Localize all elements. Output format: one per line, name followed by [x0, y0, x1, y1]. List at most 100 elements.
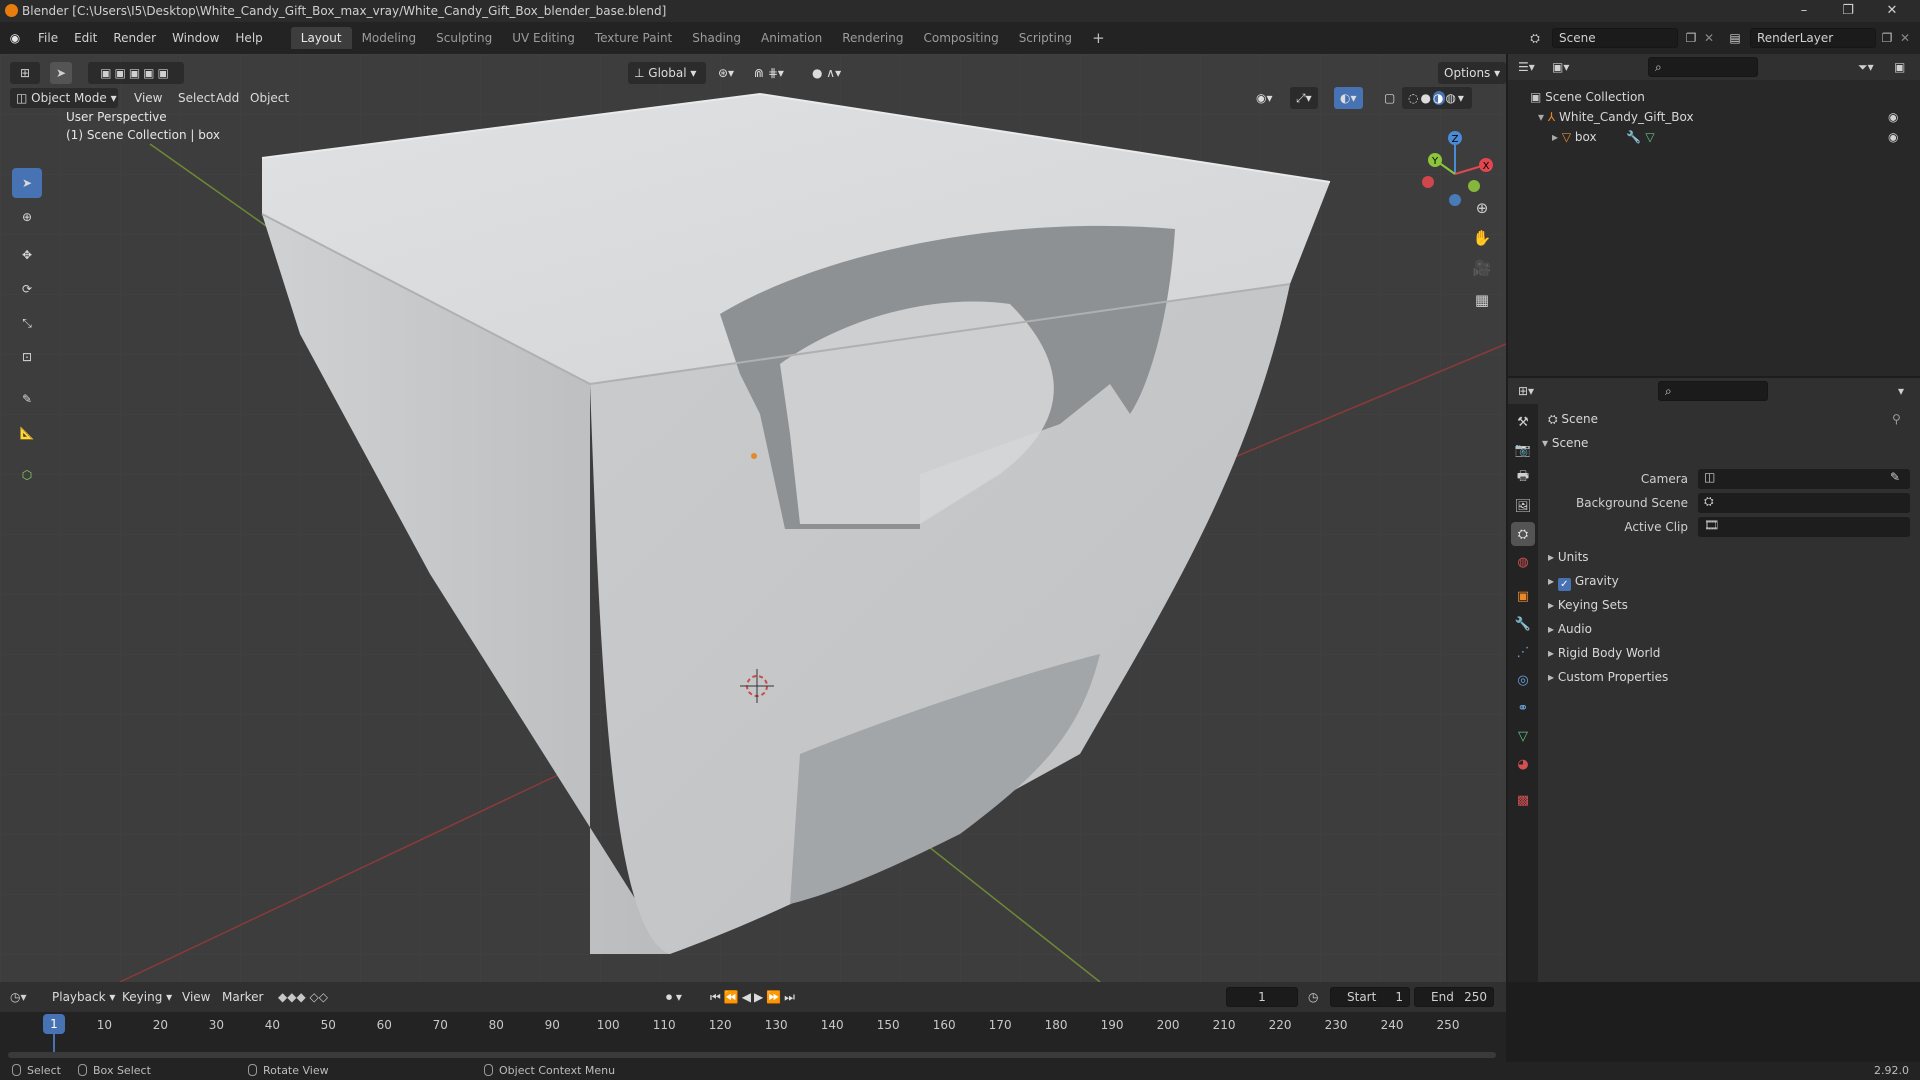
camera-field[interactable]: ◫ ✎: [1698, 469, 1910, 489]
timeline-menu-playback[interactable]: Playback ▾: [46, 986, 121, 1008]
pin-icon[interactable]: ⚲: [1892, 408, 1901, 430]
end-frame-field[interactable]: End 250: [1414, 987, 1494, 1007]
tool-select-icon[interactable]: ➤: [50, 62, 72, 84]
move-tool-icon[interactable]: ✥: [12, 240, 42, 270]
physics-tab-icon[interactable]: ◎: [1511, 668, 1535, 692]
start-frame-field[interactable]: Start 1: [1330, 987, 1410, 1007]
render-tab-icon[interactable]: 📷: [1511, 438, 1535, 462]
panel-audio[interactable]: ▸ Audio: [1548, 618, 1912, 640]
expand-arrow-icon[interactable]: ▾: [1538, 110, 1548, 124]
add-cube-tool-icon[interactable]: ⬡: [12, 460, 42, 490]
tab-compositing[interactable]: Compositing: [913, 27, 1008, 49]
output-tab-icon[interactable]: 🖶: [1511, 466, 1535, 490]
tab-rendering[interactable]: Rendering: [832, 27, 913, 49]
constraints-tab-icon[interactable]: ⚭: [1511, 696, 1535, 720]
menu-window[interactable]: Window: [164, 22, 227, 54]
scene-name-field[interactable]: Scene: [1552, 28, 1678, 48]
annotate-tool-icon[interactable]: ✎: [12, 384, 42, 414]
ortho-grid-icon[interactable]: ▦: [1468, 286, 1496, 314]
outliner-search-input[interactable]: ⌕: [1648, 57, 1758, 77]
editor-type-icon[interactable]: ⊞: [10, 62, 40, 84]
filter-icon[interactable]: ⏷▾: [1858, 57, 1888, 77]
timeline-menu-view[interactable]: View: [176, 986, 216, 1008]
tab-uv-editing[interactable]: UV Editing: [502, 27, 585, 49]
display-mode-icon[interactable]: ▣▾: [1552, 57, 1582, 77]
material-tab-icon[interactable]: ◕: [1511, 752, 1535, 776]
menu-file[interactable]: File: [30, 22, 66, 54]
tab-layout[interactable]: Layout: [290, 27, 352, 49]
view-layer-tab-icon[interactable]: 🖼: [1511, 494, 1535, 518]
modifier-tab-icon[interactable]: 🔧: [1511, 612, 1535, 636]
select-box-tool-icon[interactable]: ➤: [12, 168, 42, 198]
panel-custom-properties[interactable]: ▸ Custom Properties: [1548, 666, 1912, 688]
add-workspace-button[interactable]: +: [1082, 27, 1115, 49]
eye-icon[interactable]: ◉: [1888, 126, 1898, 148]
tab-modeling[interactable]: Modeling: [352, 27, 427, 49]
maximize-button[interactable]: ❐: [1826, 0, 1870, 22]
menu-help[interactable]: Help: [227, 22, 270, 54]
scene-tab-icon[interactable]: ⛭: [1511, 522, 1535, 546]
keyframe-icons[interactable]: ◆◆◆ ◇◇: [272, 986, 334, 1008]
mode-dropdown[interactable]: ◫ Object Mode ▾: [10, 88, 118, 108]
modifier-icon[interactable]: 🔧: [1626, 130, 1641, 144]
tab-shading[interactable]: Shading: [682, 27, 751, 49]
rotate-tool-icon[interactable]: ⟳: [12, 274, 42, 304]
zoom-icon[interactable]: ⊕: [1468, 194, 1496, 222]
playback-controls-icons[interactable]: ⏮⏪◀▶⏩⏭: [704, 986, 804, 1008]
shading-mode-icons[interactable]: ◌●◑◍▾: [1402, 87, 1472, 109]
panel-units[interactable]: ▸ Units: [1548, 546, 1912, 568]
panel-gravity[interactable]: ▸ ✓ Gravity: [1548, 570, 1912, 592]
timeline-body[interactable]: 1102030405060708090100110120130140150160…: [0, 1012, 1506, 1062]
tab-texture-paint[interactable]: Texture Paint: [585, 27, 682, 49]
tab-animation[interactable]: Animation: [751, 27, 832, 49]
pan-hand-icon[interactable]: ✋: [1468, 224, 1496, 252]
render-layer-icon[interactable]: ▤: [1724, 27, 1746, 49]
current-frame-field[interactable]: 1: [1226, 987, 1298, 1007]
panel-rigid-body-world[interactable]: ▸ Rigid Body World: [1548, 642, 1912, 664]
timeline-scrollbar[interactable]: [8, 1052, 1496, 1058]
outliner-scene-collection[interactable]: ▣ Scene Collection: [1530, 86, 1645, 108]
panel-keying-sets[interactable]: ▸ Keying Sets: [1548, 594, 1912, 616]
xray-toggle-icon[interactable]: ▢: [1378, 87, 1401, 109]
delete-render-layer-icon[interactable]: ✕: [1896, 28, 1914, 48]
data-tab-icon[interactable]: ▽: [1511, 724, 1535, 748]
new-collection-icon[interactable]: ▣: [1894, 57, 1914, 77]
3d-viewport[interactable]: ⊞ ➤ ▣▣▣▣▣ ⊥ Global ▾ ⊛▾ ⋒ ⋕▾ ● ∧▾ Option…: [0, 54, 1506, 982]
eye-icon[interactable]: ◉: [1888, 106, 1898, 128]
delete-scene-icon[interactable]: ✕: [1700, 28, 1718, 48]
viewport-menu-object[interactable]: Object: [244, 87, 295, 109]
object-tab-icon[interactable]: ▣: [1511, 584, 1535, 608]
outliner-editor-type-icon[interactable]: ☰▾: [1518, 57, 1548, 77]
timeline-menu-keying[interactable]: Keying ▾: [116, 986, 178, 1008]
new-scene-icon[interactable]: ❐: [1682, 28, 1700, 48]
selection-mode-icons[interactable]: ▣▣▣▣▣: [88, 62, 184, 84]
close-button[interactable]: ✕: [1870, 0, 1914, 22]
minimize-button[interactable]: –: [1782, 0, 1826, 22]
playhead[interactable]: 1: [43, 1014, 65, 1034]
eyedropper-icon[interactable]: ✎: [1890, 470, 1900, 484]
timeline-editor-type-icon[interactable]: ◷▾: [10, 987, 40, 1007]
viewport-menu-view[interactable]: View: [128, 87, 168, 109]
viewport-menu-add[interactable]: Add: [210, 87, 245, 109]
texture-tab-icon[interactable]: ▩: [1511, 788, 1535, 812]
background-scene-field[interactable]: ⛭: [1698, 493, 1910, 513]
world-tab-icon[interactable]: ◍: [1511, 550, 1535, 574]
properties-search-input[interactable]: ⌕: [1658, 381, 1768, 401]
properties-options-icon[interactable]: ▾: [1898, 381, 1914, 401]
overlay-toggle-icon[interactable]: ◐▾: [1334, 87, 1363, 109]
outliner-item-white-candy-gift-box[interactable]: ▾ ⅄ White_Candy_Gift_Box ◉: [1538, 106, 1918, 128]
tab-sculpting[interactable]: Sculpting: [426, 27, 502, 49]
visibility-icon[interactable]: ◉▾: [1250, 87, 1279, 109]
gravity-checkbox[interactable]: ✓: [1557, 578, 1571, 591]
particles-tab-icon[interactable]: ⋰: [1511, 640, 1535, 664]
scene-section-header[interactable]: ▾ Scene: [1542, 432, 1912, 454]
measure-tool-icon[interactable]: 📐: [12, 418, 42, 448]
camera-view-icon[interactable]: 🎥: [1468, 254, 1496, 282]
outliner-item-box[interactable]: ▸ ▽ box 🔧 ▽ ◉: [1552, 126, 1918, 148]
mesh-data-icon[interactable]: ▽: [1645, 130, 1654, 144]
orientation-dropdown[interactable]: ⊥ Global ▾: [628, 62, 706, 84]
render-layer-field[interactable]: RenderLayer: [1750, 28, 1876, 48]
active-clip-field[interactable]: 🎞: [1698, 517, 1910, 537]
menu-render[interactable]: Render: [105, 22, 164, 54]
snap-icon[interactable]: ⋒ ⋕▾: [748, 62, 790, 84]
